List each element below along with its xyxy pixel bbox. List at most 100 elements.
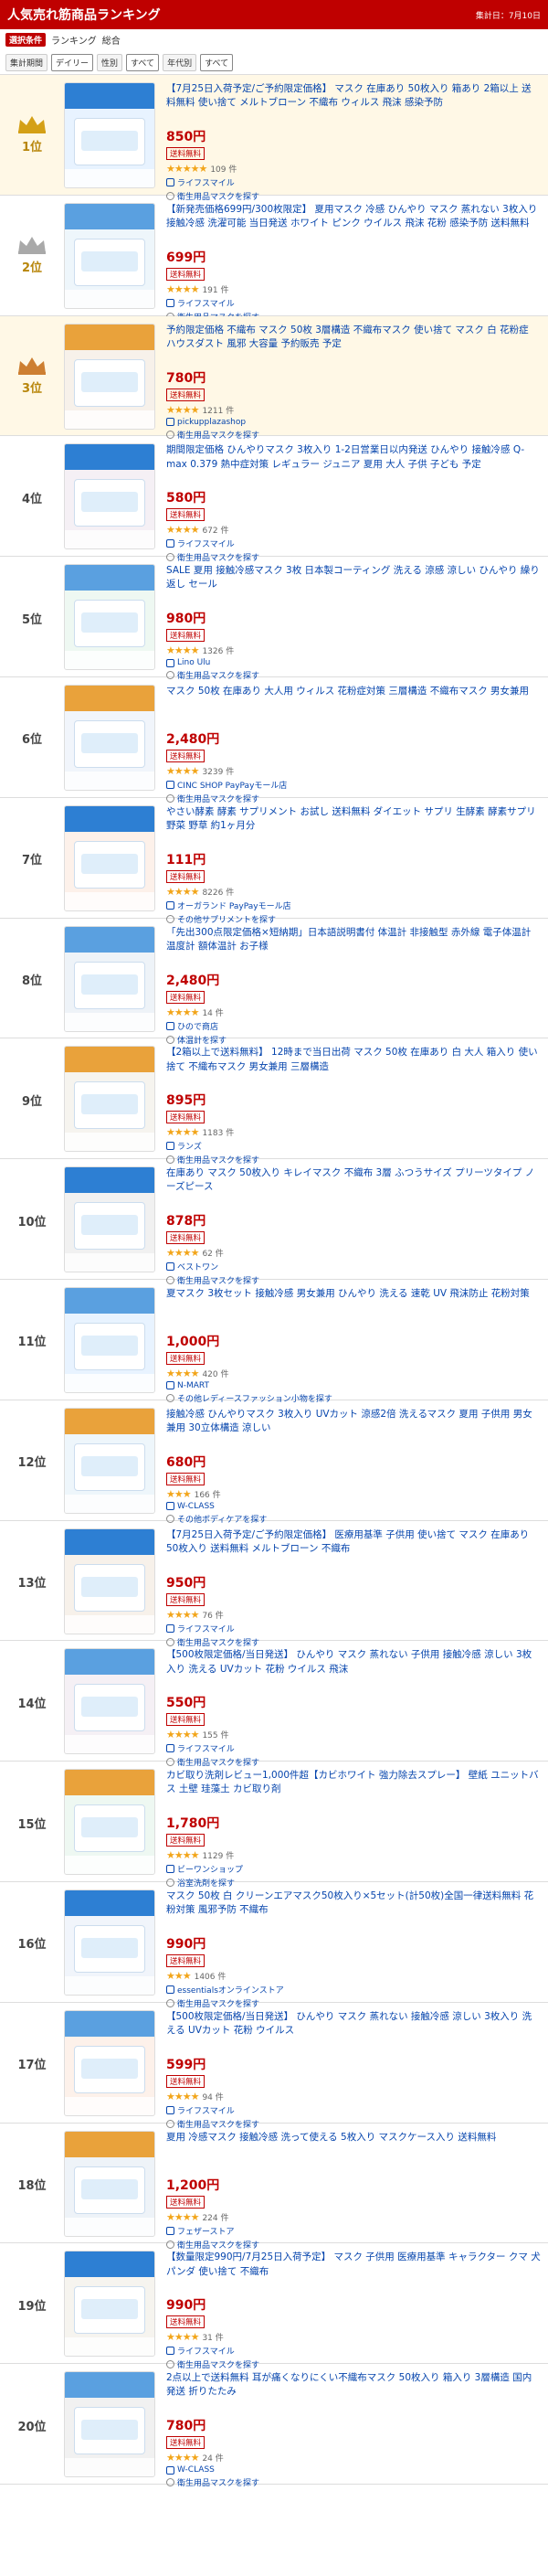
ranking-item[interactable]: 4位 期間限定価格 ひんやりマスク 3枚入り 1-2日営業日以内発送 ひんやり 接…	[0, 436, 548, 563]
review-count[interactable]: 166 件	[195, 1488, 221, 1500]
shop-link[interactable]: Lino Ulu	[166, 658, 541, 667]
product-title-link[interactable]: マスク 50枚 在庫あり 大人用 ウィルス 花粉症対策 三層構造 不織布マスク …	[166, 685, 541, 727]
product-title-link[interactable]: 夏マスク 3枚セット 接触冷感 男女兼用 ひんやり 洗える 速乾 UV 飛沫防止…	[166, 1287, 541, 1329]
product-title-link[interactable]: 【数量限定990円/7月25日入荷予定】 マスク 子供用 医療用基準 キャラクタ…	[166, 2251, 541, 2293]
review-rating[interactable]: ★★★ 166 件	[166, 1488, 541, 1500]
review-rating[interactable]: ★★★★ 155 件	[166, 1729, 541, 1740]
shop-name[interactable]: ライフスマイル	[177, 176, 235, 188]
review-count[interactable]: 14 件	[202, 1006, 223, 1018]
review-rating[interactable]: ★★★★ 1211 件	[166, 404, 541, 416]
review-rating[interactable]: ★★★★ 94 件	[166, 2091, 541, 2102]
review-rating[interactable]: ★★★★ 14 件	[166, 1006, 541, 1018]
product-title-link[interactable]: 2点以上で送料無料 耳が痛くなりにくい不織布マスク 50枚入り 箱入り 3層構造…	[166, 2371, 541, 2413]
product-title-link[interactable]: 【500枚限定価格/当日発送】 ひんやり マスク 蒸れない 子供用 接触冷感 涼…	[166, 1648, 541, 1690]
shop-name[interactable]: ひので商店	[177, 1020, 218, 1032]
shop-link[interactable]: ランズ	[166, 1140, 541, 1152]
ranking-item[interactable]: 12位 接触冷感 ひんやりマスク 3枚入り UVカット 涼感2倍 洗えるマスク 夏…	[0, 1400, 548, 1525]
ranking-item[interactable]: 19位 【数量限定990円/7月25日入荷予定】 マスク 子供用 医療用基準 キャ…	[0, 2243, 548, 2370]
product-image[interactable]	[64, 1407, 155, 1514]
ranking-item[interactable]: 1位 【7月25日入荷予定/ご予約限定価格】 マスク 在庫あり 50枚入り 箱あり…	[0, 75, 548, 202]
product-title-link[interactable]: 在庫あり マスク 50枚入り キレイマスク 不織布 3層 ふつうサイズ プリーツ…	[166, 1166, 541, 1208]
shop-name[interactable]: ランズ	[177, 1140, 202, 1152]
review-count[interactable]: 31 件	[202, 2331, 223, 2343]
product-title-link[interactable]: SALE 夏用 接触冷感マスク 3枚 日本製コーティング 洗える 涼感 涼しい …	[166, 564, 541, 606]
review-rating[interactable]: ★★★★ 62 件	[166, 1247, 541, 1259]
product-image[interactable]	[64, 1166, 155, 1273]
product-title-link[interactable]: 【7月25日入荷予定/ご予約限定価格】 マスク 在庫あり 50枚入り 箱あり 2…	[166, 82, 541, 124]
review-rating[interactable]: ★★★★ 76 件	[166, 1609, 541, 1621]
shop-link[interactable]: essentialsオンラインストア	[166, 1984, 541, 1996]
review-rating[interactable]: ★★★★ 420 件	[166, 1368, 541, 1379]
product-title-link[interactable]: やさい酵素 酵素 サプリメント お試し 送料無料 ダイエット サプリ 生酵素 酵…	[166, 805, 541, 847]
shop-name[interactable]: pickupplazashop	[177, 418, 246, 427]
shop-link[interactable]: W-CLASS	[166, 2465, 541, 2475]
review-rating[interactable]: ★★★ 1406 件	[166, 1970, 541, 1982]
product-image[interactable]	[64, 925, 155, 1032]
shop-name[interactable]: ライフスマイル	[177, 1623, 235, 1634]
product-title-link[interactable]: 予約限定価格 不織布 マスク 50枚 3層構造 不織布マスク 使い捨て マスク …	[166, 324, 541, 366]
product-title-link[interactable]: マスク 50枚 白 クリーンエアマスク50枚入り×5セット(計50枚)全国一律送…	[166, 1889, 541, 1932]
product-image[interactable]	[64, 1528, 155, 1634]
product-image[interactable]	[64, 2371, 155, 2478]
ranking-item[interactable]: 15位 カビ取り洗剤レビュー1,000件超【カビホワイト 強力除去スプレー】 壁紙…	[0, 1762, 548, 1889]
review-rating[interactable]: ★★★★ 24 件	[166, 2452, 541, 2464]
product-image[interactable]	[64, 1769, 155, 1876]
gender-all-option[interactable]: すべて	[126, 54, 160, 71]
product-image[interactable]	[64, 2130, 155, 2237]
shop-name[interactable]: オーガランド PayPayモール店	[177, 899, 291, 911]
shop-link[interactable]: ベストワン	[166, 1261, 541, 1272]
product-title-link[interactable]: 接触冷感 ひんやりマスク 3枚入り UVカット 涼感2倍 洗えるマスク 夏用 子…	[166, 1408, 541, 1450]
shop-name[interactable]: CINC SHOP PayPayモール店	[177, 779, 287, 791]
product-title-link[interactable]: 【500枚限定価格/当日発送】 ひんやり マスク 蒸れない 接触冷感 涼しい 3…	[166, 2010, 541, 2052]
product-title-link[interactable]: 期間限定価格 ひんやりマスク 3枚入り 1-2日営業日以内発送 ひんやり 接触冷…	[166, 443, 541, 485]
search-similar-link[interactable]: 衛生用品マスクを探す	[166, 2476, 541, 2488]
product-image[interactable]	[64, 2251, 155, 2358]
product-image[interactable]	[64, 564, 155, 671]
shop-name[interactable]: フェザーストア	[177, 2225, 235, 2237]
review-count[interactable]: 1406 件	[195, 1970, 227, 1982]
shop-link[interactable]: オーガランド PayPayモール店	[166, 899, 541, 911]
product-image[interactable]	[64, 2009, 155, 2116]
shop-name[interactable]: Lino Ulu	[177, 658, 210, 667]
ranking-item[interactable]: 5位 SALE 夏用 接触冷感マスク 3枚 日本製コーティング 洗える 涼感 涼し…	[0, 557, 548, 681]
review-count[interactable]: 24 件	[202, 2452, 223, 2464]
product-title-link[interactable]: 夏用 冷感マスク 接触冷感 洗って使える 5枚入り マスクケース入り 送料無料	[166, 2131, 541, 2173]
search-similar-label[interactable]: 衛生用品マスクを探す	[177, 2476, 259, 2488]
review-count[interactable]: 76 件	[202, 1609, 223, 1621]
shop-link[interactable]: W-CLASS	[166, 1502, 541, 1511]
product-title-link[interactable]: 【新発売価格699円/300枚限定】 夏用マスク 冷感 ひんやり マスク 蒸れな…	[166, 203, 541, 245]
ranking-item[interactable]: 9位 【2箱以上で送料無料】 12時まで当日出荷 マスク 50枚 在庫あり 白 大…	[0, 1038, 548, 1166]
review-count[interactable]: 1211 件	[202, 404, 234, 416]
shop-name[interactable]: ライフスマイル	[177, 2345, 235, 2357]
ranking-item[interactable]: 13位 【7月25日入荷予定/ご予約限定価格】 医療用基準 子供用 使い捨て マス…	[0, 1521, 548, 1648]
review-count[interactable]: 8226 件	[202, 886, 234, 898]
shop-link[interactable]: ライフスマイル	[166, 297, 541, 309]
review-rating[interactable]: ★★★★ 1183 件	[166, 1126, 541, 1138]
review-rating[interactable]: ★★★★ 672 件	[166, 524, 541, 536]
product-image[interactable]	[64, 684, 155, 791]
review-rating[interactable]: ★★★★★ 109 件	[166, 163, 541, 175]
product-title-link[interactable]: 「先出300点限定価格×短納期」日本語説明書付 体温計 非接触型 赤外線 電子体…	[166, 926, 541, 968]
product-title-link[interactable]: 【7月25日入荷予定/ご予約限定価格】 医療用基準 子供用 使い捨て マスク 在…	[166, 1528, 541, 1570]
shop-name[interactable]: ライフスマイル	[177, 2104, 235, 2116]
review-count[interactable]: 224 件	[202, 2211, 228, 2223]
product-title-link[interactable]: カビ取り洗剤レビュー1,000件超【カビホワイト 強力除去スプレー】 壁紙 ユニ…	[166, 1769, 541, 1811]
product-image[interactable]	[64, 804, 155, 911]
product-image[interactable]	[64, 1648, 155, 1755]
review-count[interactable]: 420 件	[202, 1368, 228, 1379]
review-count[interactable]: 1326 件	[202, 644, 234, 656]
shop-name[interactable]: N-MART	[177, 1381, 209, 1390]
shop-name[interactable]: ビーワンショップ	[177, 1863, 243, 1875]
product-title-link[interactable]: 【2箱以上で送料無料】 12時まで当日出荷 マスク 50枚 在庫あり 白 大人 …	[166, 1046, 541, 1088]
age-all-option[interactable]: すべて	[200, 54, 234, 71]
review-count[interactable]: 3239 件	[202, 765, 234, 777]
ranking-item[interactable]: 8位 「先出300点限定価格×短納期」日本語説明書付 体温計 非接触型 赤外線 電…	[0, 919, 548, 1046]
review-count[interactable]: 1183 件	[202, 1126, 234, 1138]
ranking-item[interactable]: 20位 2点以上で送料無料 耳が痛くなりにくい不織布マスク 50枚入り 箱入り 3…	[0, 2364, 548, 2488]
shop-name[interactable]: essentialsオンラインストア	[177, 1984, 284, 1996]
ranking-item[interactable]: 17位 【500枚限定価格/当日発送】 ひんやり マスク 蒸れない 接触冷感 涼し…	[0, 2003, 548, 2130]
shop-link[interactable]: ライフスマイル	[166, 2104, 541, 2116]
ranking-item[interactable]: 11位 夏マスク 3枚セット 接触冷感 男女兼用 ひんやり 洗える 速乾 UV 飛…	[0, 1280, 548, 1404]
shop-name[interactable]: ライフスマイル	[177, 538, 235, 549]
shop-name[interactable]: W-CLASS	[177, 1502, 215, 1511]
